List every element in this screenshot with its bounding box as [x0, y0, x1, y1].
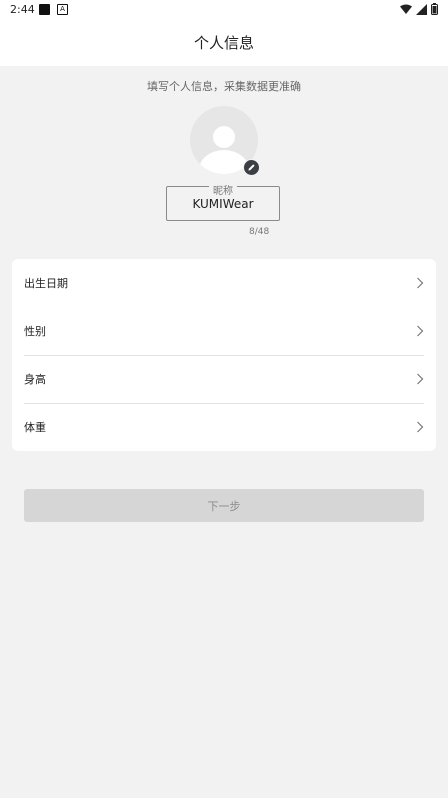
field-label: 体重 [24, 421, 46, 434]
header: 个人信息 [0, 20, 448, 66]
edit-avatar-button[interactable] [243, 159, 260, 176]
nickname-value: KUMIWear [192, 197, 254, 211]
chevron-right-icon [417, 373, 424, 385]
nickname-char-count: 8/48 [249, 227, 270, 237]
wifi-icon [400, 4, 412, 14]
field-row-height[interactable]: 身高 [24, 355, 424, 403]
nickname-label-wrap: 昵称 [167, 179, 279, 198]
avatar-head-icon [213, 126, 235, 148]
subtitle: 填写个人信息，采集数据更准确 [147, 80, 301, 93]
page-title: 个人信息 [193, 34, 254, 52]
field-row-weight[interactable]: 体重 [24, 403, 424, 451]
avatar-body-icon [199, 150, 249, 174]
status-bar: 2:44 A [0, 0, 448, 20]
field-label: 出生日期 [24, 277, 68, 290]
status-time: 2:44 [10, 3, 35, 16]
field-row-gender[interactable]: 性别 [24, 307, 424, 355]
chevron-right-icon [417, 325, 424, 337]
next-button-label: 下一步 [207, 499, 241, 513]
next-button[interactable]: 下一步 [24, 489, 424, 522]
field-label: 身高 [24, 373, 46, 386]
info-card: 出生日期 性别 身高 体重 [12, 259, 436, 451]
field-label: 性别 [24, 325, 46, 338]
nickname-field[interactable]: 昵称 KUMIWear [166, 186, 280, 221]
chevron-right-icon [417, 421, 424, 433]
notification-square-icon [39, 4, 50, 15]
pencil-icon [248, 164, 255, 171]
signal-icon [416, 3, 427, 15]
chevron-right-icon [417, 277, 424, 289]
status-icons [400, 3, 438, 15]
a-notification-icon: A [57, 4, 68, 15]
field-row-birthdate[interactable]: 出生日期 [24, 259, 424, 307]
nickname-label: 昵称 [209, 186, 237, 197]
battery-icon [431, 3, 438, 15]
